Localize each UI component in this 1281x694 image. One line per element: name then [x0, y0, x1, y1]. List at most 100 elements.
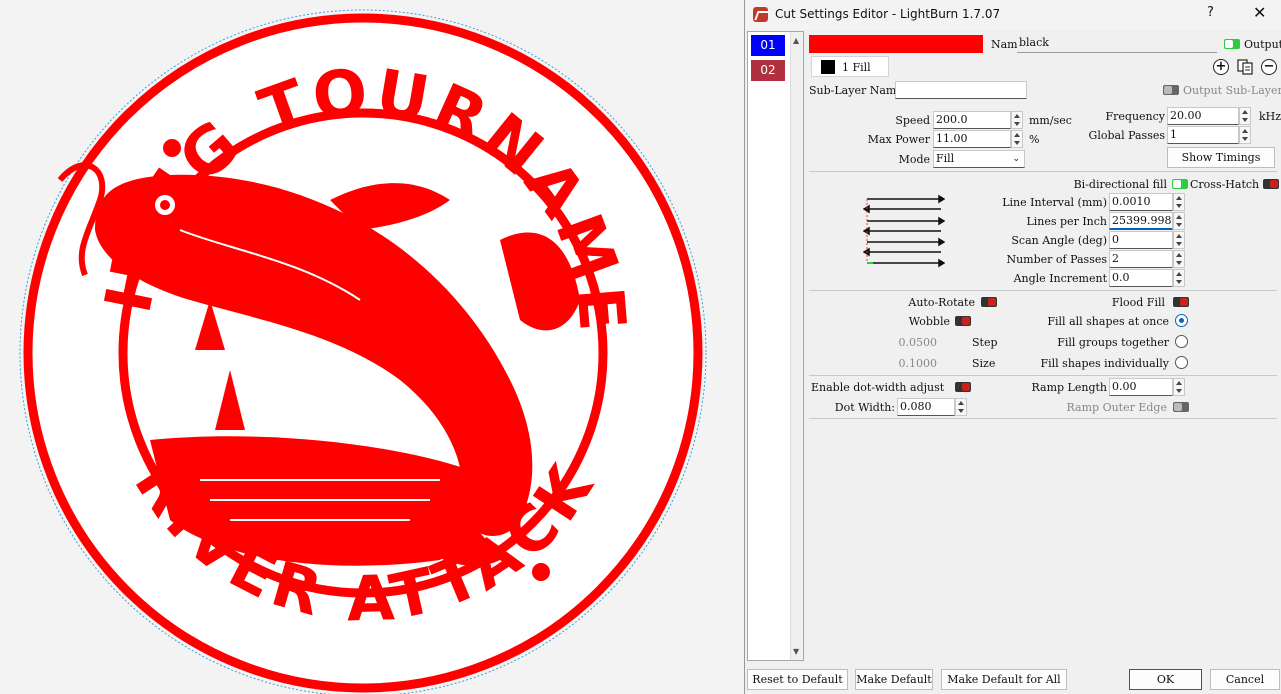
speed-spinner[interactable]: [1011, 111, 1023, 129]
bidirectional-fill-toggle[interactable]: [1172, 179, 1188, 189]
auto-rotate-label: Auto-Rotate: [908, 296, 975, 309]
frequency-spinner[interactable]: [1239, 107, 1251, 125]
number-of-passes-input[interactable]: 2: [1109, 250, 1173, 268]
global-passes-label: Global Passes: [1088, 129, 1165, 142]
frequency-input[interactable]: 20.00: [1167, 107, 1239, 125]
max-power-spinner[interactable]: [1011, 130, 1023, 148]
speed-label: Speed: [895, 114, 930, 127]
dot-width-label: Dot Width:: [834, 401, 895, 414]
mode-select[interactable]: Fill ⌄: [933, 150, 1025, 168]
scan-angle-spinner[interactable]: [1173, 231, 1185, 249]
fill-pattern-preview: [863, 194, 945, 268]
copy-sublayer-icon[interactable]: [1237, 59, 1253, 75]
make-default-button[interactable]: Make Default: [855, 669, 933, 690]
max-power-unit: %: [1029, 133, 1040, 146]
layer-color-swatch[interactable]: [809, 35, 983, 53]
wobble-label: Wobble: [908, 315, 950, 328]
sublayer-name-input[interactable]: [895, 81, 1027, 99]
flood-fill-toggle[interactable]: [1173, 297, 1189, 307]
line-interval-spinner[interactable]: [1173, 193, 1185, 211]
output-toggle[interactable]: [1224, 39, 1240, 49]
frequency-unit: kHz: [1259, 110, 1281, 123]
title-bar[interactable]: Cut Settings Editor - LightBurn 1.7.07 ?…: [745, 0, 1281, 30]
dialog-title: Cut Settings Editor - LightBurn 1.7.07: [775, 7, 1001, 21]
fill-individual-label: Fill shapes individually: [1040, 357, 1170, 370]
flood-fill-label: Flood Fill: [1111, 296, 1165, 309]
lines-per-inch-input[interactable]: 25399.998: [1109, 212, 1173, 230]
angle-increment-input[interactable]: 0.0: [1109, 269, 1173, 287]
dot-width-adjust-toggle[interactable]: [955, 382, 971, 392]
fishing-logo[interactable]: FISHING TOURNAMENT RIVER ATTACK: [0, 0, 745, 694]
sublayer-tab-fill[interactable]: 1 Fill: [811, 56, 889, 77]
fill-groups-label: Fill groups together: [1057, 336, 1169, 349]
dot-width-input[interactable]: 0.080: [897, 398, 955, 416]
divider: [809, 290, 1277, 291]
cross-hatch-label: Cross-Hatch: [1190, 178, 1260, 191]
show-timings-button[interactable]: Show Timings: [1167, 147, 1275, 168]
number-of-passes-label: Number of Passes: [1006, 253, 1107, 266]
layer-list-scrollbar[interactable]: ▲ ▼: [790, 32, 803, 660]
layer-name-input[interactable]: black: [1017, 35, 1217, 53]
reset-to-default-button[interactable]: Reset to Default: [747, 669, 848, 690]
ramp-length-input[interactable]: 0.00: [1109, 378, 1173, 396]
scan-angle-input[interactable]: 0: [1109, 231, 1173, 249]
chevron-down-icon: ⌄: [1012, 154, 1020, 164]
lightburn-app-icon: [753, 7, 768, 22]
step-label: Step: [972, 336, 998, 349]
angle-increment-label: Angle Increment: [1013, 272, 1107, 285]
divider: [809, 375, 1277, 376]
layer-item-02[interactable]: 02: [751, 60, 785, 81]
dot-width-adjust-label: Enable dot-width adjust: [811, 381, 945, 394]
size-label: Size: [972, 357, 996, 370]
design-canvas[interactable]: FISHING TOURNAMENT RIVER ATTACK: [0, 0, 745, 694]
fill-groups-radio[interactable]: [1175, 335, 1188, 348]
lines-per-inch-spinner[interactable]: [1173, 212, 1185, 230]
line-interval-input[interactable]: 0.0010: [1109, 193, 1173, 211]
remove-sublayer-icon[interactable]: −: [1261, 59, 1277, 75]
mode-label: Mode: [898, 153, 930, 166]
auto-rotate-toggle[interactable]: [981, 297, 997, 307]
output-sublayer-label: Output Sub-Layer: [1183, 84, 1281, 97]
ramp-length-spinner[interactable]: [1173, 378, 1185, 396]
output-sublayer-toggle[interactable]: [1163, 85, 1179, 95]
mode-value: Fill: [936, 152, 955, 165]
step-value[interactable]: 0.0500: [875, 336, 938, 349]
close-icon[interactable]: ✕: [1253, 3, 1266, 22]
max-power-input[interactable]: 11.00: [933, 130, 1011, 148]
fill-individual-radio[interactable]: [1175, 356, 1188, 369]
cancel-button[interactable]: Cancel: [1210, 669, 1280, 690]
output-label: Output: [1244, 38, 1281, 51]
scroll-up-icon[interactable]: ▲: [793, 36, 799, 45]
global-passes-spinner[interactable]: [1239, 126, 1251, 144]
cut-settings-dialog: Cut Settings Editor - LightBurn 1.7.07 ?…: [744, 0, 1281, 694]
cross-hatch-toggle[interactable]: [1263, 179, 1279, 189]
fill-all-shapes-radio[interactable]: [1175, 314, 1188, 327]
max-power-label: Max Power: [867, 133, 930, 146]
ramp-outer-edge-label: Ramp Outer Edge: [1066, 401, 1167, 414]
bidirectional-fill-label: Bi-directional fill: [1073, 178, 1167, 191]
sublayer-name-label: Sub-Layer Name: [809, 84, 903, 97]
scan-angle-label: Scan Angle (deg): [1011, 234, 1107, 247]
ok-button[interactable]: OK: [1129, 669, 1202, 690]
make-default-for-all-button[interactable]: Make Default for All: [941, 669, 1067, 690]
size-value[interactable]: 0.1000: [875, 357, 938, 370]
fill-all-shapes-label: Fill all shapes at once: [1047, 315, 1169, 328]
line-interval-label: Line Interval (mm): [1002, 196, 1107, 209]
add-sublayer-icon[interactable]: +: [1213, 59, 1229, 75]
angle-increment-spinner[interactable]: [1173, 269, 1185, 287]
sublayer-tab-label: 1 Fill: [842, 61, 871, 74]
divider: [809, 418, 1277, 419]
layer-list[interactable]: 01 02 ▲ ▼: [747, 31, 804, 661]
speed-unit: mm/sec: [1029, 114, 1072, 127]
dot-width-spinner[interactable]: [955, 398, 967, 416]
divider: [809, 171, 1277, 172]
global-passes-input[interactable]: 1: [1167, 126, 1239, 144]
help-icon[interactable]: ?: [1207, 5, 1214, 20]
number-of-passes-spinner[interactable]: [1173, 250, 1185, 268]
ramp-outer-edge-toggle[interactable]: [1173, 402, 1189, 412]
wobble-toggle[interactable]: [955, 316, 971, 326]
layer-item-01[interactable]: 01: [751, 35, 785, 56]
speed-input[interactable]: 200.0: [933, 111, 1011, 129]
ramp-length-label: Ramp Length: [1031, 381, 1107, 394]
scroll-down-icon[interactable]: ▼: [793, 647, 799, 656]
